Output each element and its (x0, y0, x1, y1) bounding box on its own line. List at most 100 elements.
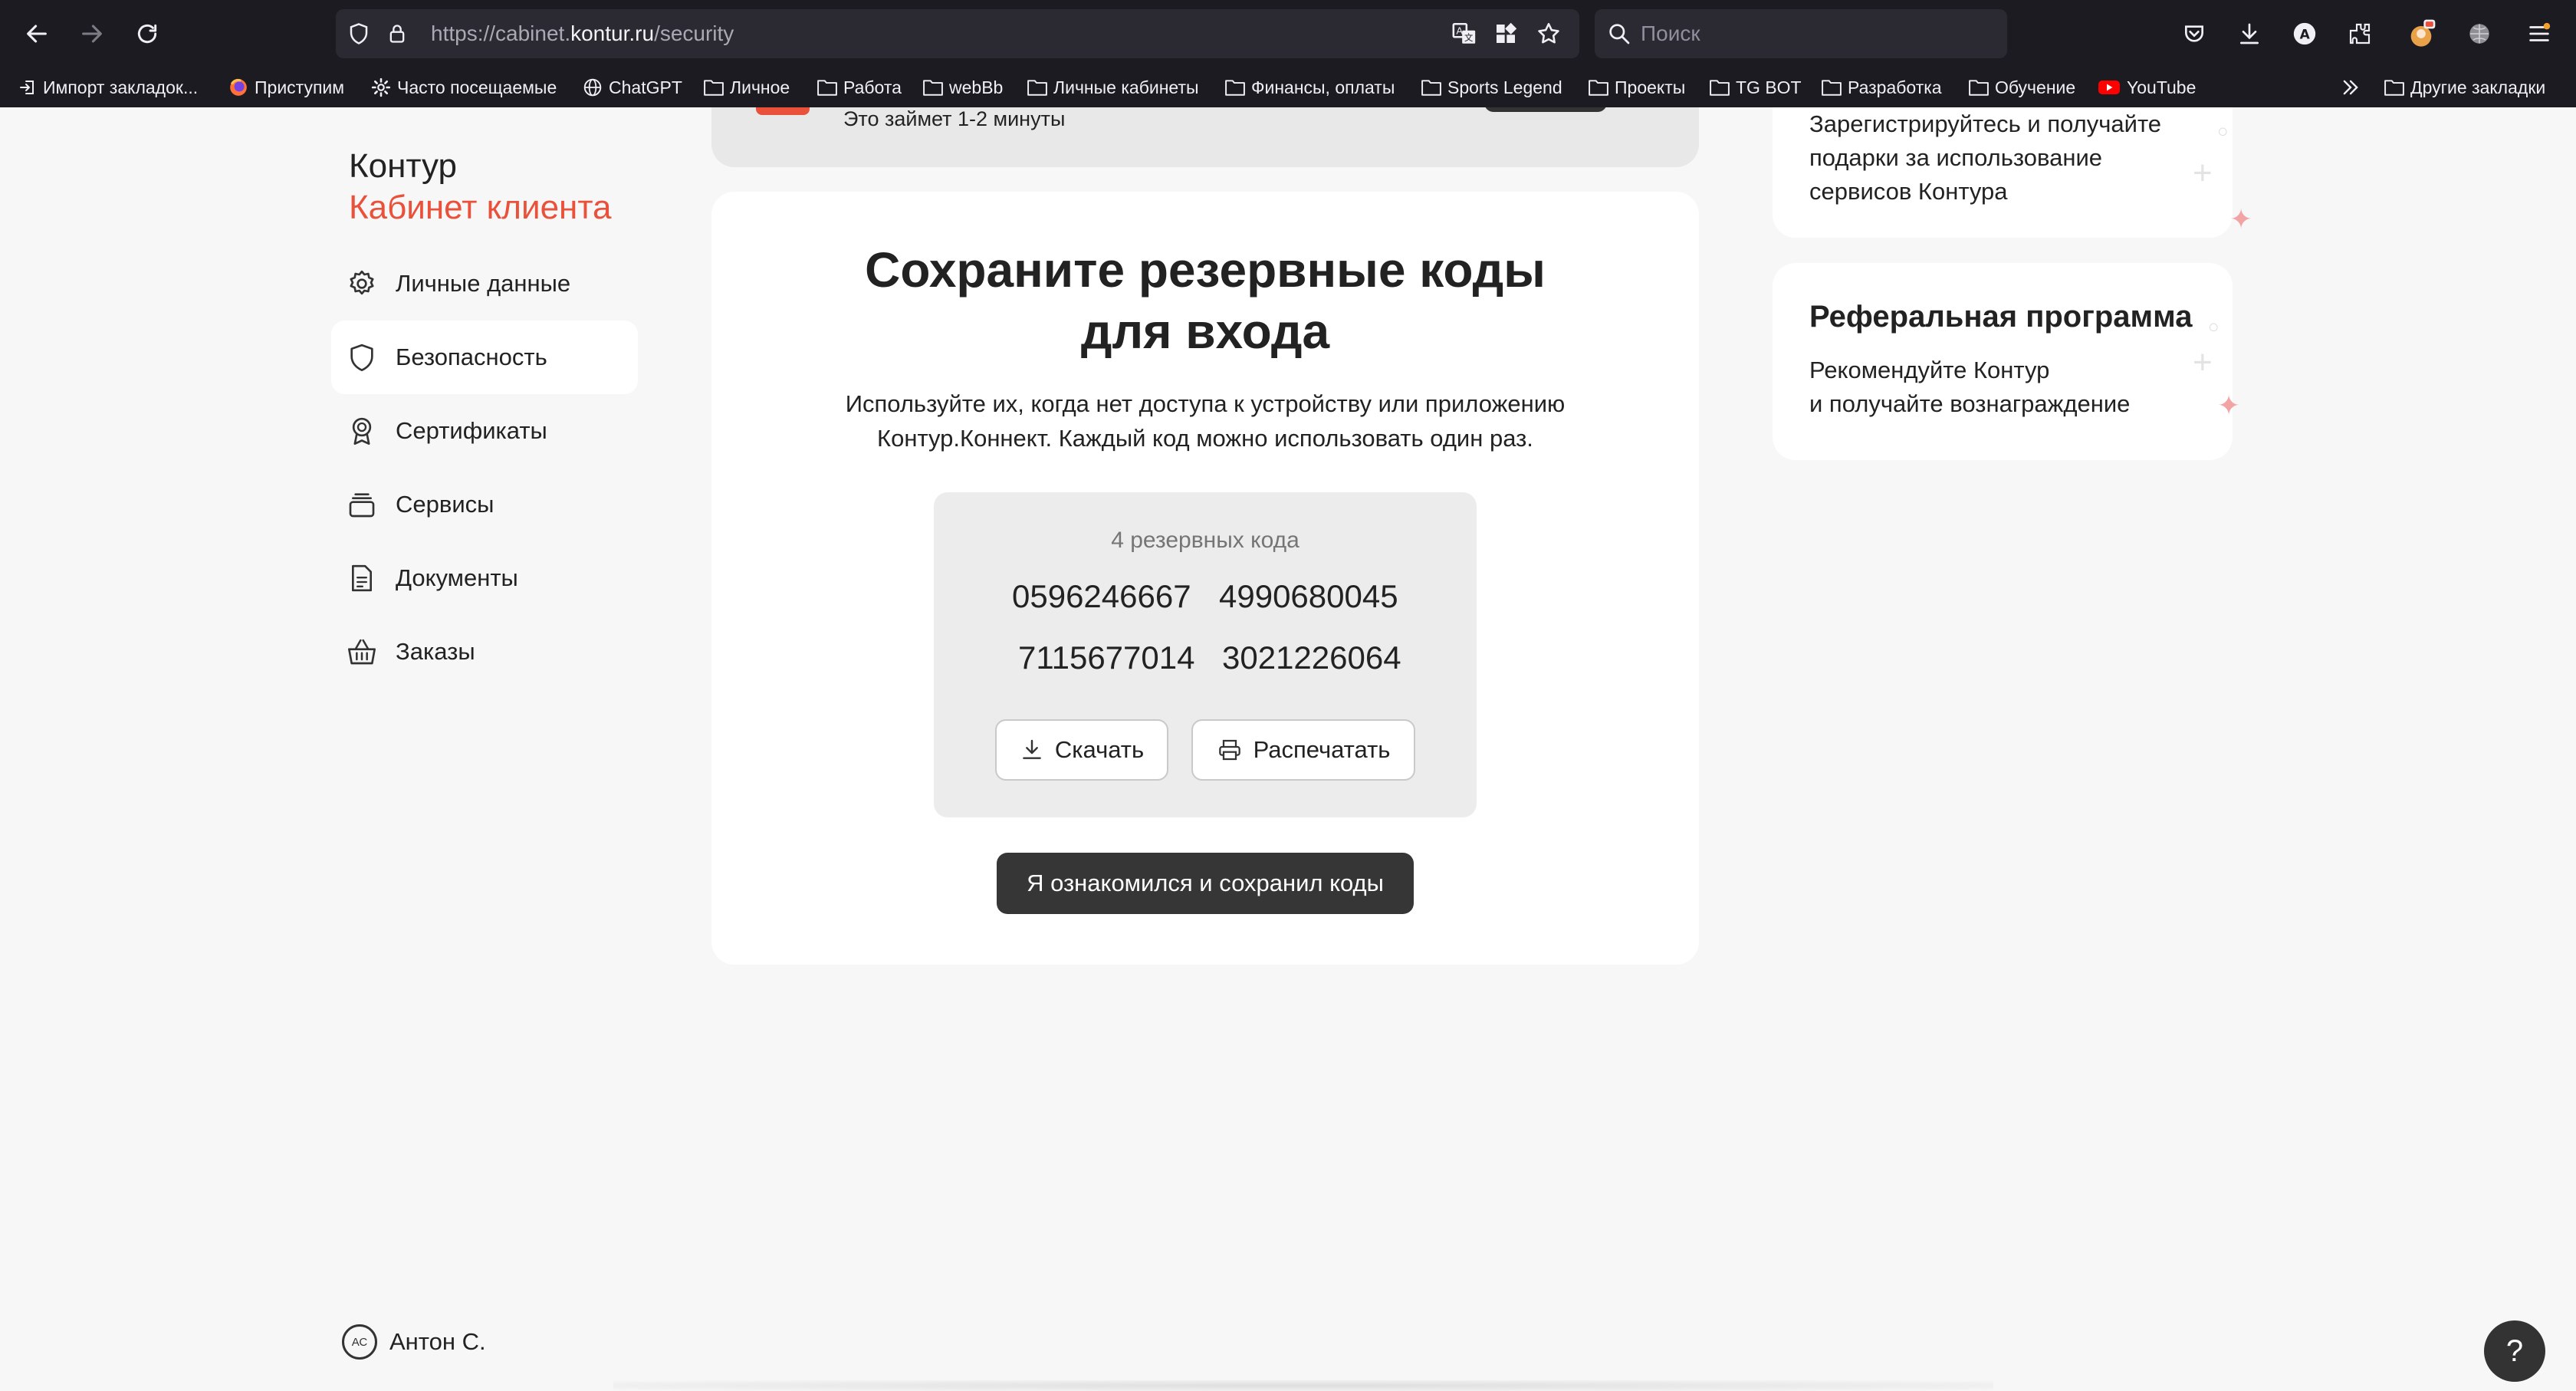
sidebar-item-label: Заказы (396, 638, 475, 665)
bookmarks-toolbar: Импорт закладок... Приступим Часто посещ… (0, 67, 2576, 107)
sidebar-item-label: Документы (396, 564, 518, 591)
sidebar-item-orders[interactable]: Заказы (331, 615, 638, 689)
codes-description: Используйте их, когда нет доступа к устр… (845, 390, 1566, 452)
backup-code: 4990680045 (1219, 578, 1398, 614)
sidebar-item-label: Сертификаты (396, 417, 547, 444)
bookmark-folder-finance[interactable]: Финансы, оплаты (1225, 67, 1395, 107)
globe-icon (583, 78, 602, 97)
avatar: АС (342, 1324, 377, 1360)
confirm-saved-codes-button[interactable]: Я ознакомился и сохранил коды (997, 853, 1414, 914)
svg-text:文: 文 (1464, 32, 1473, 43)
gear-icon (371, 77, 391, 97)
folder-icon (1710, 80, 1730, 96)
sidebar-item-security[interactable]: Безопасность (331, 321, 638, 394)
page-content: Контур Кабинет клиента Личные данные Без… (0, 107, 2576, 1391)
backup-code: 3021226064 (1222, 640, 1401, 676)
bookmark-chatgpt[interactable]: ChatGPT (583, 67, 682, 107)
page-title: Сохраните резервные коды для входа (865, 242, 1546, 359)
bookmark-folder-tg-bot[interactable]: TG BOT (1710, 67, 1802, 107)
bookmark-star-icon[interactable] (1535, 20, 1562, 48)
translate-icon[interactable]: A文 (1451, 20, 1478, 48)
referral-text: Рекомендуйте Контур и получайте вознагра… (1809, 357, 2131, 417)
lock-icon[interactable] (383, 20, 411, 48)
reload-icon (137, 24, 157, 44)
folder-icon (1225, 80, 1245, 96)
brand-logo-text[interactable]: Контур (349, 147, 457, 186)
basket-icon (345, 635, 379, 669)
bookmark-folder-cabinets[interactable]: Личные кабинеты (1027, 67, 1199, 107)
sidebar-item-label: Личные данные (396, 270, 571, 297)
downloads-icon[interactable] (2233, 17, 2266, 51)
reload-button[interactable] (126, 12, 169, 55)
firefox-icon (230, 78, 247, 96)
shield-icon (345, 340, 379, 374)
bookmark-folder-work[interactable]: Работа (817, 67, 902, 107)
svg-text:A: A (2300, 27, 2311, 42)
download-button[interactable]: Скачать (995, 719, 1168, 781)
decor-dot: ○ (2208, 317, 2220, 337)
url-text[interactable]: https://cabinet.kontur.ru/security (431, 9, 734, 58)
hint-action-button[interactable] (1484, 107, 1607, 112)
document-icon (345, 561, 379, 595)
bookmarks-overflow-button[interactable] (2340, 67, 2361, 107)
folder-icon (1027, 80, 1047, 96)
scroll-shadow (613, 1380, 1993, 1391)
promo-text: Зарегистрируйтесь и получайте подарки за… (1809, 110, 2162, 205)
sidebar-item-certificates[interactable]: Сертификаты (331, 394, 638, 468)
setup-hint-card: Это займет 1-2 минуты (711, 107, 1699, 167)
sidebar-item-services[interactable]: Сервисы (331, 468, 638, 541)
bookmark-other-folder[interactable]: Другие закладки (2384, 67, 2545, 107)
bookmark-folder-projects[interactable]: Проекты (1589, 67, 1685, 107)
sidebar-item-label: Безопасность (396, 344, 547, 370)
user-profile[interactable]: АС Антон С. (342, 1324, 486, 1360)
backup-code: 7115677014 (1018, 640, 1195, 676)
user-name: Антон С. (389, 1328, 486, 1355)
sidebar-item-personal-data[interactable]: Личные данные (331, 247, 638, 321)
referral-card[interactable]: Реферальная программа Рекомендуйте Конту… (1773, 263, 2240, 460)
browser-chrome: https://cabinet.kontur.ru/security A文 По… (0, 0, 2576, 107)
search-input[interactable]: Поиск (1595, 9, 2007, 58)
bookmark-import[interactable]: Импорт закладок... (18, 67, 198, 107)
profile-badge-icon[interactable] (2404, 17, 2438, 51)
bookmark-folder-webbb[interactable]: webBb (923, 67, 1003, 107)
arrow-right-icon (82, 25, 102, 43)
import-icon (20, 81, 34, 94)
sidebar-item-documents[interactable]: Документы (331, 541, 638, 615)
folder-icon (1589, 80, 1608, 96)
hint-text: Это займет 1-2 минуты (843, 107, 1066, 130)
tracking-shield-icon[interactable] (345, 20, 373, 48)
backup-code: 0596246667 (1012, 578, 1191, 614)
svg-text:A: A (1456, 26, 1463, 38)
sidebar-item-label: Сервисы (396, 491, 495, 518)
arrow-left-icon (27, 25, 47, 43)
bookmark-get-started[interactable]: Приступим (228, 67, 344, 107)
codes-caption: 4 резервных кода (1111, 528, 1300, 553)
brand-subtitle: Кабинет клиента (349, 189, 612, 226)
medal-icon (345, 414, 379, 448)
bookmark-most-visited[interactable]: Часто посещаемые (371, 67, 557, 107)
bookmark-folder-personal[interactable]: Личное (704, 67, 790, 107)
decor-plus: + (2193, 344, 2213, 381)
back-button[interactable] (15, 12, 58, 55)
printer-icon (1218, 739, 1240, 761)
bookmark-folder-learning[interactable]: Обучение (1969, 67, 2075, 107)
download-icon (1023, 739, 1041, 759)
address-bar[interactable]: https://cabinet.kontur.ru/security A文 (336, 9, 1579, 58)
forward-button[interactable] (71, 12, 113, 55)
print-button[interactable]: Распечатать (1191, 719, 1415, 781)
app-menu-icon[interactable] (2522, 17, 2556, 51)
search-icon (1609, 24, 1630, 44)
referral-title: Реферальная программа (1809, 300, 2193, 334)
bookmark-youtube[interactable]: YouTube (2098, 67, 2196, 107)
extension-grid-icon[interactable] (1492, 20, 1520, 48)
extensions-puzzle-icon[interactable] (2343, 17, 2377, 51)
bookmark-folder-sports-legend[interactable]: Sports Legend (1421, 67, 1562, 107)
account-icon[interactable]: A (2288, 17, 2321, 51)
backup-codes-card: Сохраните резервные коды для входа Испол… (711, 192, 1699, 965)
help-button[interactable]: ? (2484, 1320, 2545, 1382)
globe-vpn-icon[interactable] (2463, 17, 2496, 51)
bookmark-folder-development[interactable]: Разработка (1822, 67, 1942, 107)
promo-card-gifts[interactable]: Зарегистрируйтесь и получайте подарки за… (1773, 107, 2252, 238)
pocket-icon[interactable] (2177, 17, 2211, 51)
folder-icon (923, 80, 943, 96)
